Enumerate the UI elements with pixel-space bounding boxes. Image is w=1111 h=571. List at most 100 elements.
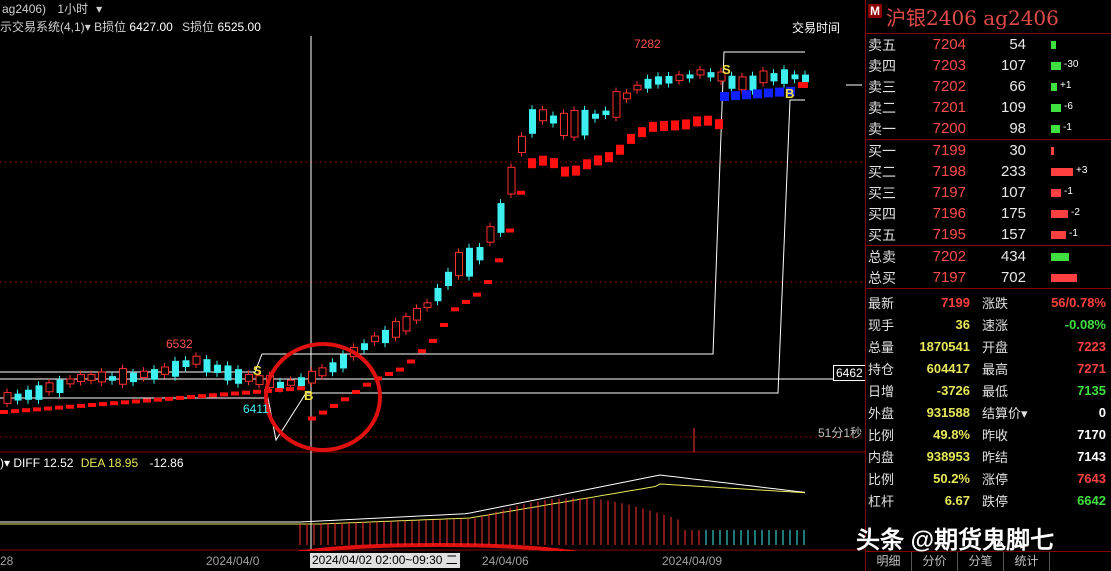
candle-body [151, 369, 158, 380]
trailing-stop-marker [731, 91, 740, 101]
trailing-stop-marker [220, 392, 228, 397]
stat-value: 36 [955, 316, 970, 332]
candle-body [371, 335, 379, 343]
volume-change: +3 [1076, 165, 1088, 176]
chevron-down-icon[interactable]: ▾ [85, 20, 91, 34]
trailing-stop-marker [132, 399, 140, 404]
chevron-down-icon[interactable]: ▾ [4, 456, 10, 470]
trailing-stop-marker [418, 349, 426, 354]
stat-value: 7199 [941, 294, 970, 310]
quote-row[interactable]: 卖二 7201 109 -6 [866, 97, 1111, 118]
row-label: 买五 [868, 226, 896, 243]
candle-body [686, 74, 694, 79]
volume-bar [1051, 83, 1057, 91]
candle-body [802, 74, 809, 83]
stat-label: 外盘 [868, 405, 895, 421]
quote-row[interactable]: 买五 7195 157 -1 [866, 224, 1111, 245]
quote-row[interactable]: 买一 7199 30 [866, 140, 1111, 161]
quote-row[interactable]: 卖一 7200 98 -1 [866, 118, 1111, 139]
quote-row[interactable]: 卖五 7204 54 [866, 34, 1111, 55]
candle-body [318, 367, 327, 377]
stat-value: 0 [1098, 404, 1106, 420]
stat-value: -0.08% [1064, 316, 1106, 332]
stat-row: 杠杆 6.67 跌停 6642 [866, 489, 1111, 511]
quote-row[interactable]: 卖四 7203 107 -30 [866, 55, 1111, 76]
candle-body [781, 69, 788, 84]
trailing-stop-marker [22, 408, 30, 413]
candle-body [633, 84, 642, 91]
candle-body [581, 109, 589, 136]
candle-body [298, 377, 305, 387]
trailing-stop-marker [11, 409, 19, 414]
trailing-stop-marker [0, 410, 8, 414]
time-tick: 2024/04/0 [206, 554, 260, 568]
quote-row[interactable]: 买四 7196 175 -2 [866, 203, 1111, 224]
trailing-stop-marker [473, 292, 481, 297]
system-name[interactable]: 示交易系统(4,1) [0, 20, 85, 34]
stat-label: 最新 [868, 295, 895, 311]
trailing-stop-marker [143, 398, 151, 403]
trailing-stop-marker [407, 359, 415, 364]
candle-body [277, 381, 284, 389]
stat-label: 昨收 [982, 427, 1009, 443]
trailing-stop-marker [605, 152, 613, 163]
candle-body [675, 74, 684, 82]
trailing-stop-marker [66, 404, 74, 409]
trailing-stop-marker [341, 397, 349, 402]
trailing-stop-marker [242, 390, 250, 395]
trailing-stop-marker [330, 404, 338, 408]
candle-body [550, 115, 557, 124]
candle-body [696, 69, 705, 76]
row-volume: 157 [1000, 226, 1026, 243]
stat-value: 604417 [926, 360, 970, 376]
s-stop-value: 6525.00 [217, 20, 261, 34]
stat-value: 50.2% [933, 470, 970, 486]
quote-row[interactable]: 总买 7197 702 [866, 267, 1111, 288]
candle-body [14, 393, 22, 401]
candle-body [119, 368, 127, 385]
candle-body [486, 226, 495, 243]
volume-change: -1 [1064, 186, 1073, 197]
trailing-stop-marker [352, 390, 360, 394]
volume-bar [1051, 231, 1066, 239]
quote-row[interactable]: 买二 7198 233 +3 [866, 161, 1111, 182]
row-volume: 107 [1000, 57, 1026, 74]
period-selector[interactable]: 1小时 ▾ [57, 2, 110, 16]
candle-body [749, 75, 757, 91]
market-badge[interactable]: M [868, 4, 882, 18]
kline-chart-area[interactable]: ag2406) 1小时 ▾ 示交易系统(4,1)▾ B损位 6427.00 S损位… [0, 0, 865, 571]
volume-bar [1051, 41, 1056, 49]
trailing-stop-marker [627, 133, 635, 144]
stat-value: 6.67 [944, 492, 970, 508]
volume-bar [1051, 125, 1060, 133]
trailing-stop-marker [764, 88, 773, 98]
candle-body [434, 287, 442, 302]
quote-row[interactable]: 卖三 7202 66 +1 [866, 76, 1111, 97]
volume-bar [1051, 168, 1073, 176]
b-stop-value: 6427.00 [129, 20, 173, 34]
volume-bar [1051, 147, 1054, 155]
trailing-stop-marker [77, 403, 85, 408]
trailing-stop-marker [176, 395, 184, 400]
row-volume: 175 [1000, 205, 1026, 222]
row-label: 卖二 [868, 99, 896, 116]
trailing-stop-marker [660, 120, 668, 131]
bar-countdown-label: 51分1秒 [818, 426, 863, 440]
trailing-stop-marker [429, 338, 437, 343]
stat-label: 日增 [868, 383, 895, 399]
stat-value: 7643 [1077, 470, 1106, 486]
candle-body [423, 302, 432, 308]
total-book: 总卖 7202 434 总买 7197 702 [866, 246, 1111, 289]
candle-body [56, 379, 64, 394]
volume-bar [1051, 104, 1061, 112]
trailing-stop-marker [451, 307, 459, 312]
stat-value: 7223 [1077, 338, 1106, 354]
quote-row[interactable]: 总卖 7202 434 [866, 246, 1111, 267]
quote-row[interactable]: 买三 7197 107 -1 [866, 182, 1111, 203]
candle-body [445, 271, 452, 287]
row-label: 卖五 [868, 36, 896, 53]
stat-value: 49.8% [933, 426, 970, 442]
ask-book: 卖五 7204 54 卖四 7203 107 -30 卖三 7202 66 +1 卖二 7201 109 -… [866, 34, 1111, 140]
candle-body [203, 359, 211, 373]
row-label: 总买 [868, 269, 896, 286]
